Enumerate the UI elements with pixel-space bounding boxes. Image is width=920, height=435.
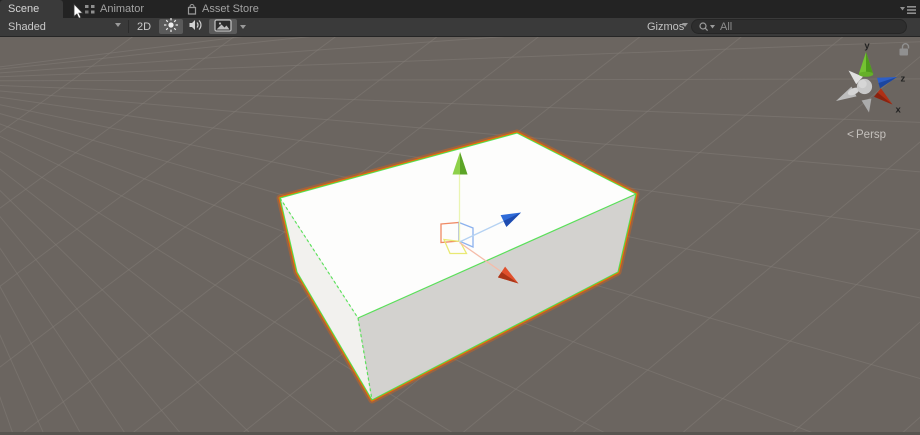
toolbar-divider bbox=[128, 20, 129, 33]
search-filter-value: All bbox=[720, 21, 732, 33]
scene-toolbar: Shaded 2D bbox=[0, 18, 920, 37]
lighting-toggle-button[interactable] bbox=[159, 19, 183, 34]
axis-label-x: x bbox=[896, 105, 902, 116]
sun-icon bbox=[163, 17, 179, 36]
axis-label-z: z bbox=[901, 74, 906, 85]
search-icon bbox=[698, 21, 718, 33]
axis-widget-hub-highlight bbox=[858, 80, 866, 88]
shading-mode-label: Shaded bbox=[8, 21, 46, 33]
tab-scene-label: Scene bbox=[8, 3, 39, 15]
shading-mode-dropdown[interactable]: Shaded bbox=[2, 19, 126, 34]
speaker-icon bbox=[188, 18, 204, 35]
picture-icon bbox=[214, 19, 232, 35]
asset-store-bag-icon bbox=[186, 3, 198, 16]
projection-chevron-icon: < bbox=[847, 127, 854, 141]
gizmos-dropdown[interactable]: Gizmos bbox=[641, 19, 691, 34]
chevron-down-icon bbox=[682, 23, 688, 27]
unity-scene-view-window: Scene Animator Asset Store bbox=[0, 0, 920, 435]
projection-toggle[interactable]: < Persp bbox=[847, 127, 886, 141]
chevron-down-icon bbox=[115, 23, 121, 27]
animator-icon bbox=[84, 3, 96, 15]
axis-label-y: y bbox=[864, 41, 870, 52]
2d-toggle-button[interactable]: 2D bbox=[132, 19, 156, 34]
scene-viewport[interactable]: y z x < Persp bbox=[0, 37, 920, 435]
gizmos-label: Gizmos bbox=[647, 21, 684, 33]
effects-dropdown-arrow[interactable] bbox=[237, 19, 249, 34]
effects-toggle-button[interactable] bbox=[209, 19, 237, 34]
tab-asset-store[interactable]: Asset Store bbox=[186, 0, 259, 18]
audio-toggle-button[interactable] bbox=[184, 19, 208, 34]
search-input[interactable]: All bbox=[691, 19, 907, 34]
tab-scene[interactable]: Scene bbox=[0, 0, 63, 18]
2d-label: 2D bbox=[137, 21, 151, 33]
tab-asset-store-label: Asset Store bbox=[202, 3, 259, 15]
chevron-down-icon bbox=[240, 25, 246, 29]
tab-animator[interactable]: Animator bbox=[84, 0, 144, 18]
panel-menu-icon[interactable] bbox=[900, 5, 917, 15]
tab-animator-label: Animator bbox=[100, 3, 144, 15]
tab-bar: Scene Animator Asset Store bbox=[0, 0, 920, 18]
projection-label: Persp bbox=[856, 129, 886, 141]
